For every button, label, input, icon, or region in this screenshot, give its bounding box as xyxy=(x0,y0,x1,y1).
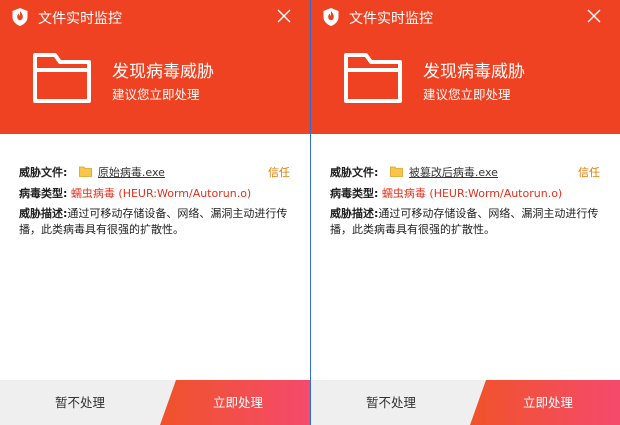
threat-file-link[interactable]: 被篡改后病毒.exe xyxy=(409,166,498,179)
handle-now-button[interactable]: 立即处理 xyxy=(160,380,310,425)
virus-name: 蠕虫病毒 (HEUR:Worm/Autorun.o) xyxy=(70,187,252,200)
alert-header: 文件实时监控 发现病毒威胁 建议您立即处理 xyxy=(0,0,310,134)
virus-type-row: 病毒类型: 蠕虫病毒 (HEUR:Worm/Autorun.o) xyxy=(19,185,251,201)
file-folder-icon xyxy=(79,166,92,177)
threat-headline: 发现病毒威胁 xyxy=(112,62,214,82)
window-title: 文件实时监控 xyxy=(349,11,433,27)
alert-header: 文件实时监控 发现病毒威胁 建议您立即处理 xyxy=(311,0,620,134)
handle-now-button[interactable]: 立即处理 xyxy=(470,380,620,425)
threat-file-row: 威胁文件: 原始病毒.exe xyxy=(19,164,165,180)
threat-file-label: 威胁文件: xyxy=(19,166,68,179)
handle-now-label: 立即处理 xyxy=(522,395,573,410)
threat-subheadline: 建议您立即处理 xyxy=(112,87,200,102)
alert-window-original: 文件实时监控 发现病毒威胁 建议您立即处理 威胁文件: 原始病毒.exe 信任 … xyxy=(0,0,310,425)
trust-link[interactable]: 信任 xyxy=(578,164,600,180)
threat-description: 威胁描述:通过可移动存储设备、网络、漏洞主动进行传播，此类病毒具有很强的扩散性。 xyxy=(330,206,610,238)
action-footer: 暂不处理 立即处理 xyxy=(311,380,620,425)
shield-icon xyxy=(323,8,339,26)
threat-desc-label: 威胁描述: xyxy=(19,207,68,220)
ignore-button[interactable]: 暂不处理 xyxy=(0,380,160,425)
virus-type-label: 病毒类型: xyxy=(19,187,68,200)
handle-now-label: 立即处理 xyxy=(212,395,263,410)
folder-icon xyxy=(344,53,402,103)
virus-type-label: 病毒类型: xyxy=(330,187,379,200)
threat-file-link[interactable]: 原始病毒.exe xyxy=(98,166,165,179)
file-folder-icon xyxy=(390,166,403,177)
close-icon[interactable] xyxy=(585,7,603,25)
trust-link[interactable]: 信任 xyxy=(268,164,290,180)
alert-window-modified: 文件实时监控 发现病毒威胁 建议您立即处理 威胁文件: 被篡改后病毒.exe 信… xyxy=(310,0,620,425)
action-footer: 暂不处理 立即处理 xyxy=(0,380,310,425)
threat-desc-label: 威胁描述: xyxy=(330,207,379,220)
virus-type-row: 病毒类型: 蠕虫病毒 (HEUR:Worm/Autorun.o) xyxy=(330,185,562,201)
threat-headline: 发现病毒威胁 xyxy=(423,62,525,82)
threat-description: 威胁描述:通过可移动存储设备、网络、漏洞主动进行传播，此类病毒具有很强的扩散性。 xyxy=(19,206,299,238)
close-icon[interactable] xyxy=(275,7,293,25)
threat-subheadline: 建议您立即处理 xyxy=(423,87,511,102)
screen: 文件实时监控 发现病毒威胁 建议您立即处理 威胁文件: 原始病毒.exe 信任 … xyxy=(0,0,620,425)
threat-file-row: 威胁文件: 被篡改后病毒.exe xyxy=(330,164,498,180)
window-title: 文件实时监控 xyxy=(38,11,122,27)
threat-file-label: 威胁文件: xyxy=(330,166,379,179)
virus-name: 蠕虫病毒 (HEUR:Worm/Autorun.o) xyxy=(381,187,563,200)
folder-icon xyxy=(33,53,91,103)
title-bar: 文件实时监控 xyxy=(0,0,310,34)
title-bar: 文件实时监控 xyxy=(311,0,620,34)
ignore-button[interactable]: 暂不处理 xyxy=(311,380,471,425)
shield-icon xyxy=(12,8,28,26)
